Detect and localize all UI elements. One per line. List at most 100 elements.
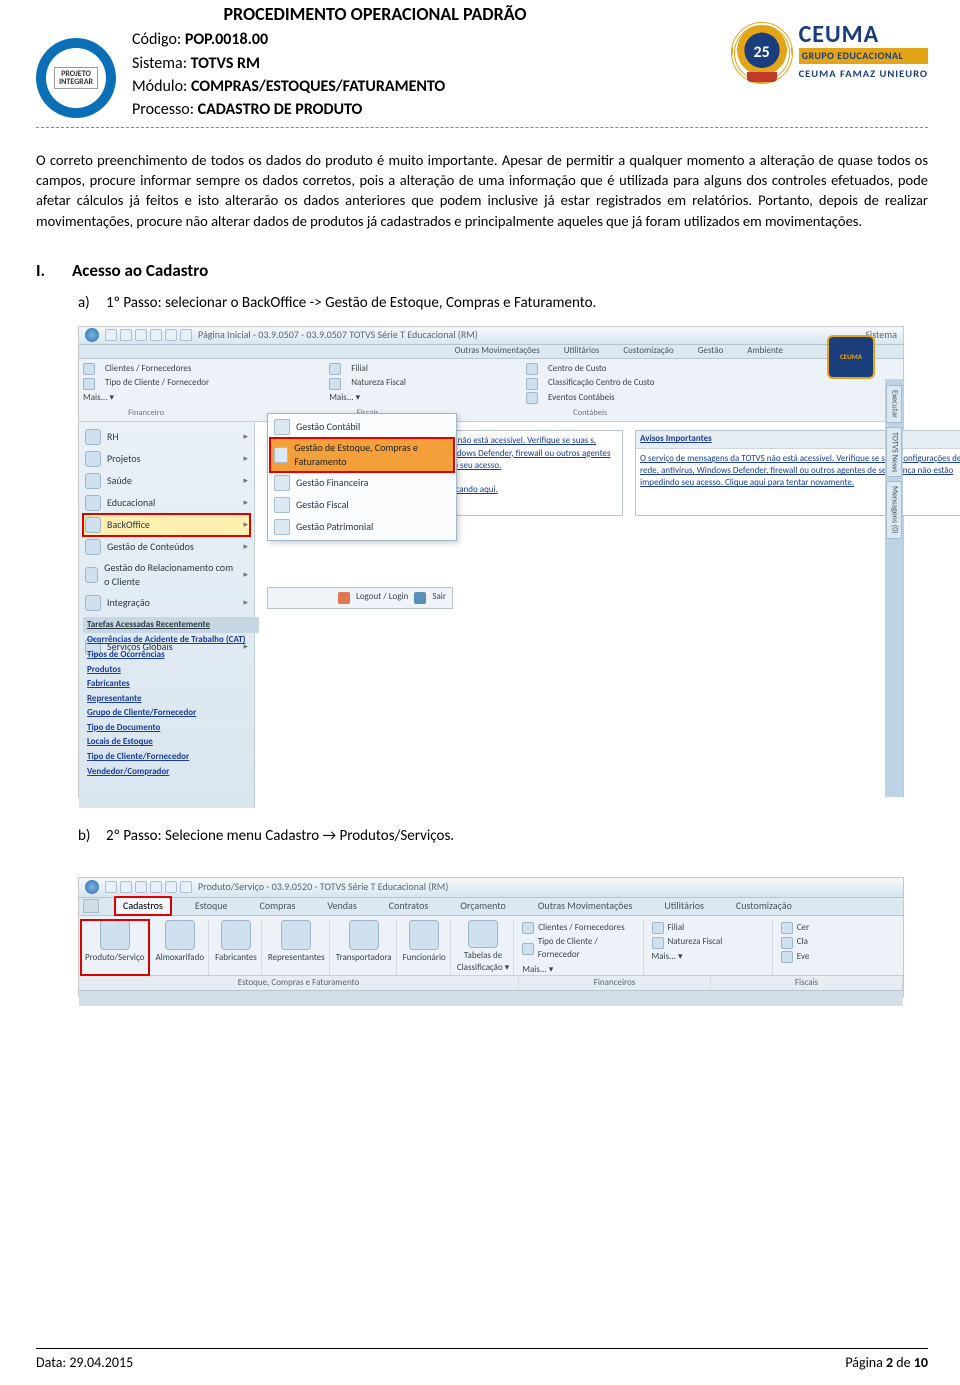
rib-item[interactable]: Natureza Fiscal xyxy=(668,936,723,949)
ss1-tab[interactable]: Outras Movimentações xyxy=(455,345,540,358)
rib-item[interactable]: Cla xyxy=(797,936,808,949)
recent-link[interactable]: Tipo de Documento xyxy=(83,721,259,736)
footer-page-label: Página xyxy=(845,1354,886,1371)
integrar-circle-icon: PROJETO INTEGRAR xyxy=(36,38,116,118)
tab-orcamento[interactable]: Orçamento xyxy=(452,897,514,915)
ss1-tab[interactable]: Utilitários xyxy=(564,345,600,358)
ribbon-almoxarifado[interactable]: Almoxarifado xyxy=(151,920,209,975)
sidebar-item-rh[interactable]: RH▸ xyxy=(83,426,250,448)
sidebar-item-integracao[interactable]: Integração▸ xyxy=(83,592,250,614)
rib-item[interactable]: Clientes / Fornecedores xyxy=(538,922,624,935)
step-b-text: 2º Passo: Selecione menu Cadastro → Prod… xyxy=(106,826,454,847)
rib-item[interactable]: Centro de Custo xyxy=(548,363,607,376)
chevron-right-icon: ▸ xyxy=(243,541,248,554)
sidebar-item-projetos[interactable]: Projetos▸ xyxy=(83,448,250,470)
avisos-body[interactable]: O serviço de mensagens da TOTVS não está… xyxy=(636,449,960,493)
natureza-icon[interactable] xyxy=(329,378,341,390)
submenu-gestao-financeira[interactable]: Gestão Financeira xyxy=(270,472,454,494)
rib-item[interactable]: Mais... ▾ xyxy=(329,392,360,405)
quick-access-toolbar[interactable] xyxy=(105,881,192,893)
sidebar-item-conteudos[interactable]: Gestão de Conteúdos▸ xyxy=(83,536,250,558)
orb-icon[interactable] xyxy=(85,880,99,894)
submenu-gestao-contabil[interactable]: Gestão Contábil xyxy=(270,416,454,438)
ribbon-produto-servico[interactable]: Produto/Serviço xyxy=(81,920,149,975)
module-icon xyxy=(85,473,101,489)
sidebar-item-educacional[interactable]: Educacional▸ xyxy=(83,492,250,514)
rib-item[interactable]: Tipo de Cliente / Fornecedor xyxy=(538,936,637,961)
rib-item[interactable]: Filial xyxy=(351,363,368,376)
tab-estoque[interactable]: Estoque xyxy=(187,897,236,915)
recent-link[interactable]: Produtos xyxy=(83,663,259,678)
ribbon-funcionario[interactable]: Funcionário xyxy=(399,920,451,975)
ss1-tab[interactable]: Gestão xyxy=(698,345,724,358)
recent-link[interactable]: Vendedor/Comprador xyxy=(83,765,259,780)
codigo-label: Código: xyxy=(132,30,185,49)
submodule-icon xyxy=(274,419,290,435)
recent-link[interactable]: Grupo de Cliente/Fornecedor xyxy=(83,706,259,721)
submenu-gestao-fiscal[interactable]: Gestão Fiscal xyxy=(270,494,454,516)
recent-link[interactable]: Locais de Estoque xyxy=(83,735,259,750)
submenu-gestao-patrimonial[interactable]: Gestão Patrimonial xyxy=(270,516,454,538)
rib-item[interactable]: Tipo de Cliente / Fornecedor xyxy=(105,377,209,390)
sair-button[interactable]: Sair xyxy=(432,591,446,604)
rib-item[interactable]: Eve xyxy=(797,951,810,964)
tab-compras[interactable]: Compras xyxy=(252,897,304,915)
rib-item[interactable]: Classificação Centro de Custo xyxy=(548,377,654,390)
sidebar-item-backoffice[interactable]: BackOffice▸ xyxy=(83,514,250,536)
class-cc-icon[interactable] xyxy=(526,378,538,390)
ss1-tab[interactable]: Customização xyxy=(623,345,673,358)
rib-item[interactable]: Natureza Fiscal xyxy=(351,377,406,390)
rib-item[interactable]: Eventos Contábeis xyxy=(548,392,615,405)
recent-link[interactable]: Fabricantes xyxy=(83,677,259,692)
tvs-msg[interactable]: TVS não está acessível. Verifique se sua… xyxy=(442,435,611,470)
ribbon-transportadora[interactable]: Transportadora xyxy=(332,920,397,975)
ribbon-tabelas-class[interactable]: Tabelas de Classificação ▾ xyxy=(453,920,514,975)
page-footer: Data: 29.04.2015 Página 2 de 10 xyxy=(36,1348,928,1373)
tipo-icon[interactable] xyxy=(83,378,95,390)
rib-item[interactable]: Mais... ▾ xyxy=(652,951,683,964)
app-menu-icon[interactable] xyxy=(83,899,99,913)
rib-item[interactable]: Filial xyxy=(668,922,685,935)
sidebar-item-crm[interactable]: Gestão do Relacionamento com o Cliente▸ xyxy=(83,558,250,592)
tab-vendas[interactable]: Vendas xyxy=(319,897,364,915)
submenu-gestao-estoque[interactable]: Gestão de Estoque, Compras e Faturamento xyxy=(270,438,454,472)
recent-link[interactable]: Ocorrências de Acidente de Trabalho (CAT… xyxy=(83,633,259,648)
almox-icon xyxy=(165,920,195,950)
recent-link[interactable]: Tipos de Ocorrências xyxy=(83,648,259,663)
ss1-tabstrip: Outras Movimentações Utilitários Customi… xyxy=(79,345,903,359)
submodule-icon xyxy=(274,519,290,535)
recent-link[interactable]: Tipo de Cliente/Fornecedor xyxy=(83,750,259,765)
modulo-value: COMPRAS/ESTOQUES/FATURAMENTO xyxy=(191,77,445,96)
rib-item[interactable]: Mais... ▾ xyxy=(83,392,114,405)
filial-icon[interactable] xyxy=(329,363,341,375)
footer-page-total: 10 xyxy=(914,1354,928,1371)
avisos-panel: Avisos Importantes O serviço de mensagen… xyxy=(635,430,960,516)
eventos-icon[interactable] xyxy=(526,392,538,404)
tab-utilitarios[interactable]: Utilitários xyxy=(656,897,712,915)
dock-tab[interactable]: Mensagens (0) xyxy=(886,481,901,539)
tab-customizacao[interactable]: Customização xyxy=(728,897,800,915)
tab-contratos[interactable]: Contratos xyxy=(381,897,437,915)
ribbon-representantes[interactable]: Representantes xyxy=(264,920,330,975)
anniversary-emblem-icon: 25 xyxy=(731,22,793,84)
quick-access-toolbar[interactable] xyxy=(105,329,192,341)
rib-item[interactable]: Clientes / Fornecedores xyxy=(105,363,191,376)
screenshot-1: Página Inicial - 03.9.0507 - 03.9.0507 T… xyxy=(78,326,904,798)
step-b-letter: b) xyxy=(78,826,96,847)
tab-cadastros[interactable]: Cadastros xyxy=(115,897,171,915)
dock-tab[interactable]: TOTVS News xyxy=(886,427,901,478)
tab-outras[interactable]: Outras Movimentações xyxy=(530,897,641,915)
orb-icon[interactable] xyxy=(85,328,99,342)
dock-tab[interactable]: Executar xyxy=(886,385,901,423)
sidebar-item-saude[interactable]: Saúde▸ xyxy=(83,470,250,492)
func-icon xyxy=(409,920,439,950)
logout-button[interactable]: Logout / Login xyxy=(356,591,408,604)
clients-icon[interactable] xyxy=(83,363,95,375)
ss1-tab[interactable]: Ambiente xyxy=(747,345,783,358)
rib-item[interactable]: Mais... ▾ xyxy=(522,964,553,977)
recent-link[interactable]: Representante xyxy=(83,692,259,707)
centro-custo-icon[interactable] xyxy=(526,363,538,375)
ribbon-fabricantes[interactable]: Fabricantes xyxy=(211,920,262,975)
submodule-icon xyxy=(274,497,290,513)
rib-item[interactable]: Cer xyxy=(797,922,809,935)
